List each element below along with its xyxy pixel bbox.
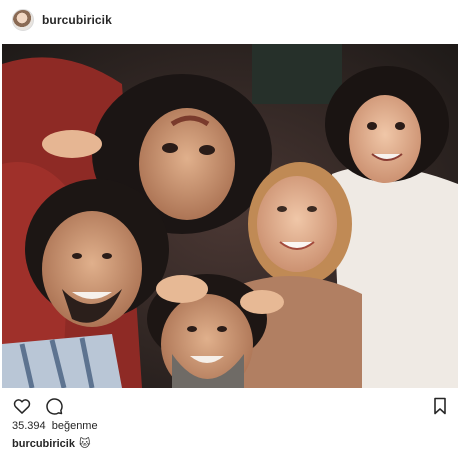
post-actions — [0, 394, 460, 418]
selfie-photo — [2, 44, 458, 388]
post-photo[interactable] — [2, 44, 458, 388]
bookmark-icon[interactable] — [428, 394, 452, 418]
likes-count: 35.394 — [12, 420, 46, 432]
username[interactable]: burcubiricik — [42, 13, 112, 27]
avatar[interactable] — [12, 9, 34, 31]
caption: burcubiricik 🐱 — [12, 438, 90, 450]
cat-emoji-icon: 🐱 — [78, 438, 91, 450]
comment-bubble-icon[interactable] — [42, 394, 66, 418]
caption-username[interactable]: burcubiricik — [12, 438, 75, 450]
likes-line[interactable]: 35.394 beğenme — [12, 420, 98, 432]
heart-outline-icon[interactable] — [10, 394, 34, 418]
instagram-post: burcubiricik 35.394 beğenme burcubiricik… — [0, 0, 460, 458]
post-header: burcubiricik — [0, 0, 460, 40]
likes-label: beğenme — [51, 420, 98, 432]
